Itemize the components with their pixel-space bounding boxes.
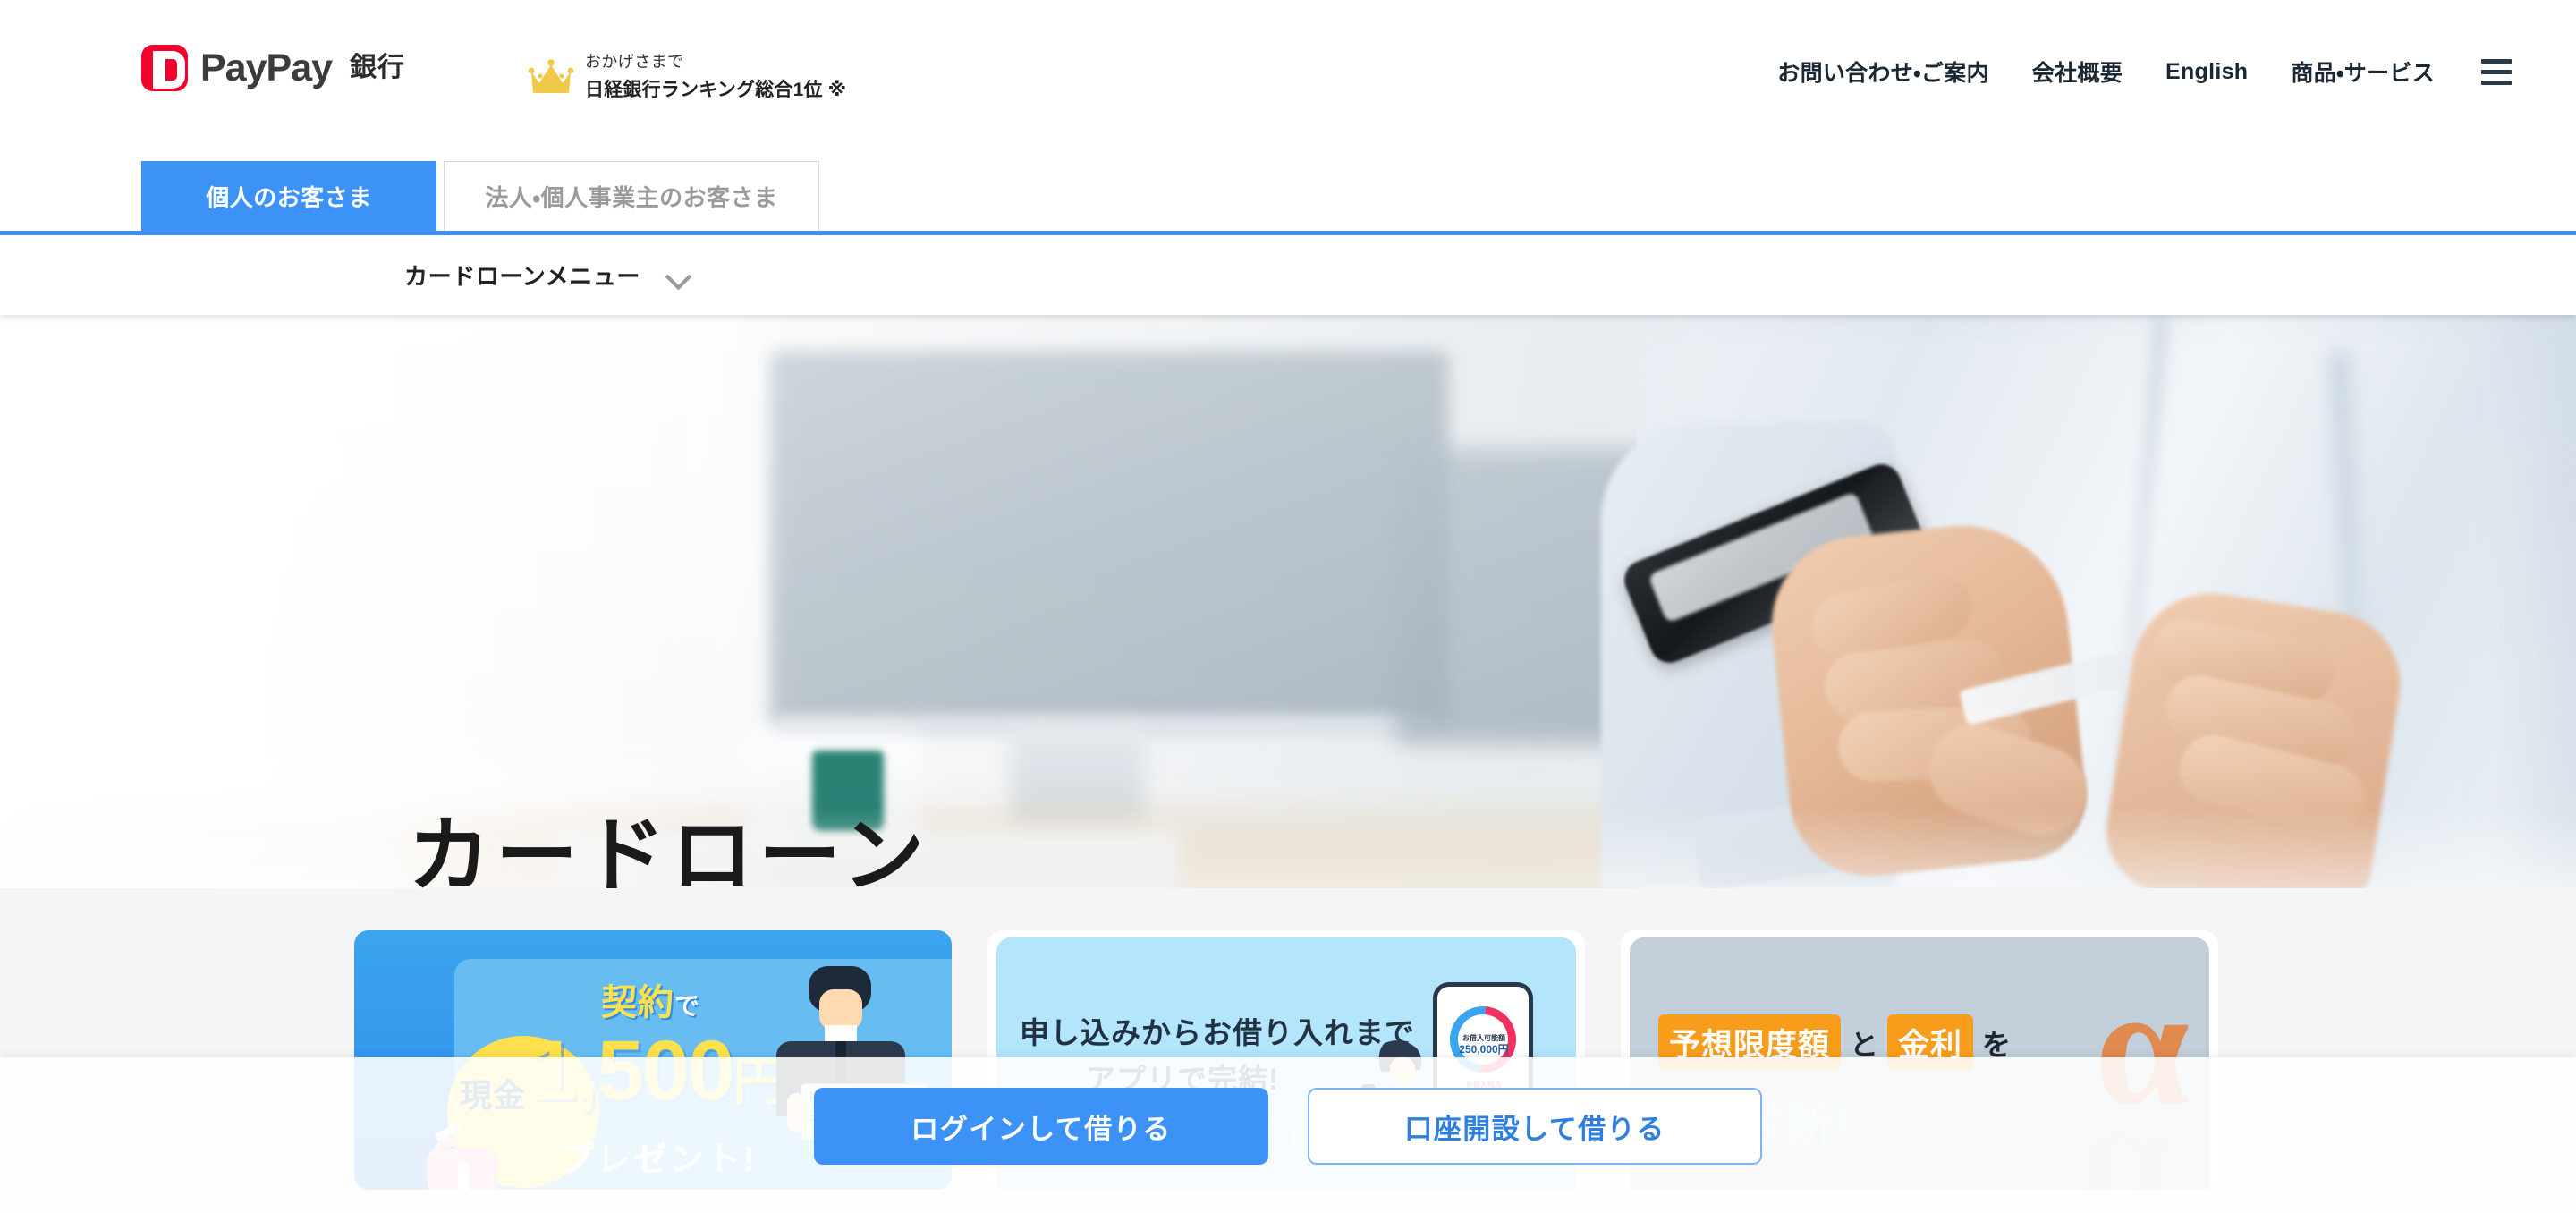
- promo-cash-eyebrow-strong: 契約: [601, 983, 674, 1022]
- tab-business-customer[interactable]: 法人・個人事業主のお客さま: [444, 161, 819, 231]
- ranking-badge-line2: 日経銀行ランキング総合1位 ※: [585, 80, 847, 100]
- tabs-underline: [0, 231, 2576, 235]
- ranking-badge-line1: おかげさまで: [585, 53, 684, 71]
- hero-monitor: [769, 351, 1449, 726]
- logo-brand-text: PayPay: [200, 46, 333, 89]
- promo-cash-eyebrow: 契約で: [601, 973, 700, 1025]
- cardloan-menu-toggle[interactable]: カードローンメニュー: [404, 235, 691, 315]
- sticky-cta-bar: ログインして借りる 口座開設して借りる: [0, 1057, 2576, 1213]
- site-header: PayPay 銀行 おかげさまで 日経銀行ランキング総合1位 ※ お問い合わせ・…: [0, 0, 2576, 143]
- chevron-down-icon: [667, 264, 691, 287]
- logo-brand-jp-text: 銀行: [350, 53, 406, 82]
- nav-item-english[interactable]: English: [2165, 59, 2248, 85]
- ranking-badge: おかげさまで 日経銀行ランキング総合1位 ※: [528, 49, 846, 102]
- top-navigation: お問い合わせ・ご案内 会社概要 English 商品・サービス: [1777, 55, 2512, 88]
- paypay-p-mark-icon: [141, 45, 188, 91]
- cardloan-subnav: カードローンメニュー: [0, 235, 2576, 315]
- site-logo[interactable]: PayPay 銀行: [141, 45, 405, 91]
- promo-cash-eyebrow-tail: で: [674, 992, 701, 1020]
- hamburger-icon[interactable]: [2481, 58, 2512, 85]
- customer-type-tabs: 個人のお客さま 法人・個人事業主のお客さま: [0, 161, 2576, 234]
- crown-icon: [528, 58, 574, 93]
- nav-item-products[interactable]: 商品・サービス: [2291, 55, 2435, 88]
- hero-photo: [0, 315, 2576, 888]
- cardloan-menu-label: カードローンメニュー: [404, 263, 640, 290]
- open-account-and-borrow-button[interactable]: 口座開設して借りる: [1308, 1088, 1762, 1165]
- tab-personal-customer[interactable]: 個人のお客さま: [141, 161, 436, 231]
- login-and-borrow-button[interactable]: ログインして借りる: [814, 1088, 1268, 1165]
- hero-copy: カードローン キャッシュカードで借りられる: [408, 810, 934, 888]
- phone-amount-available: 250,000円: [1459, 1043, 1509, 1056]
- page-title: カードローン: [408, 810, 930, 888]
- hero-banner: カードローン キャッシュカードで借りられる: [0, 315, 2576, 888]
- promo-app-line1: 申し込みからお借り入れまで: [1020, 1016, 1415, 1049]
- nav-item-company[interactable]: 会社概要: [2032, 55, 2123, 88]
- page-root: PayPay 銀行 おかげさまで 日経銀行ランキング総合1位 ※ お問い合わせ・…: [0, 0, 2576, 1213]
- hero-bottom-fade: [0, 808, 2576, 888]
- cta-button-group: ログインして借りる 口座開設して借りる: [814, 1088, 1762, 1165]
- hero-haze-overlay: [0, 315, 805, 888]
- nav-item-contact[interactable]: お問い合わせ・ご案内: [1777, 55, 1989, 88]
